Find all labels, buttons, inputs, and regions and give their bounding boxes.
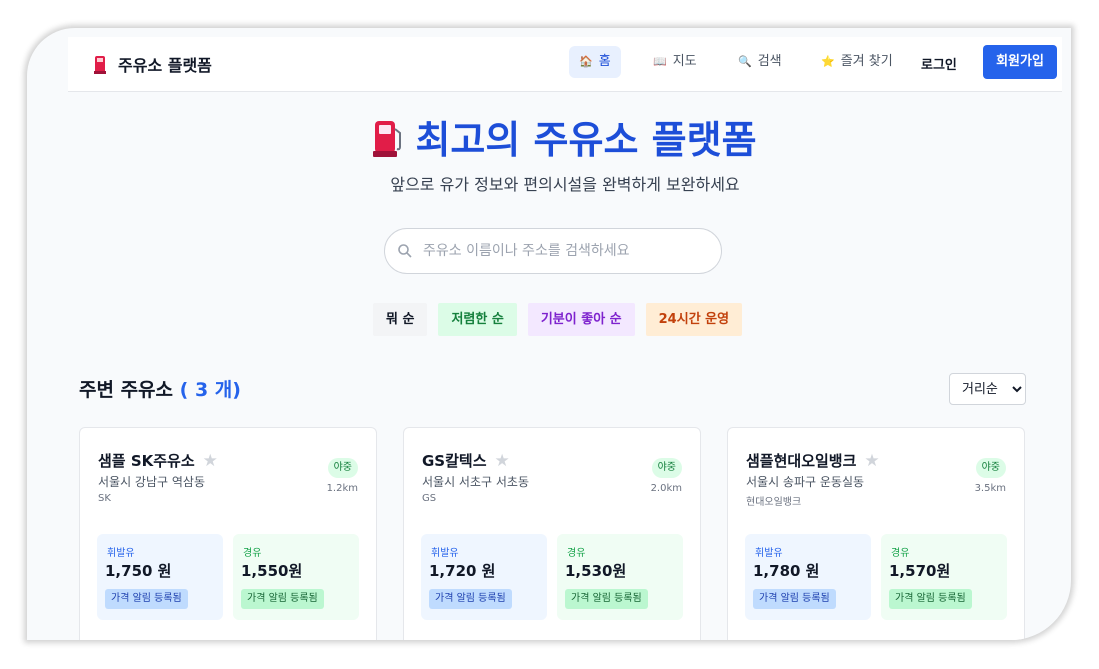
page: 주유소 플랫폼 🏠 홈 📖 지도 🔍 검색 ⭐ 즐겨 찾기 로그인 회원가입 최… — [68, 37, 1062, 640]
diesel-label: 경유 — [891, 548, 910, 559]
station-address: 서울시 송파구 운동실동 — [746, 475, 865, 489]
diesel-price: 1,530원 — [565, 562, 627, 580]
station-name: GS칼텍스 — [422, 452, 487, 470]
nav-map-label: 지도 — [672, 54, 697, 69]
gasoline-label: 휘발유 — [755, 548, 783, 559]
nav-favorites[interactable]: ⭐ 즐겨 찾기 — [811, 46, 903, 78]
station-brand: GS — [422, 493, 437, 504]
nav-home-label: 홈 — [598, 54, 611, 69]
magnifier-icon: 🔍 — [738, 55, 752, 68]
list-title-text: 주변 주유소 — [79, 379, 174, 401]
nav-search[interactable]: 🔍 검색 — [728, 46, 792, 78]
favorite-star-icon[interactable]: ★ — [495, 451, 510, 471]
brand-name: 주유소 플랫폼 — [118, 56, 212, 75]
station-address: 서울시 서초구 서초동 — [422, 475, 529, 489]
search-icon — [398, 244, 412, 258]
station-distance: 1.2km — [326, 483, 358, 494]
gasoline-price: 1,750 원 — [105, 562, 172, 580]
search-box[interactable] — [384, 228, 722, 274]
search-input[interactable] — [421, 242, 705, 260]
station-name: 샘플 SK주유소 — [98, 452, 195, 470]
fuel-pump-icon — [94, 56, 106, 74]
diesel-price: 1,570원 — [889, 562, 951, 580]
nav-home[interactable]: 🏠 홈 — [569, 46, 621, 78]
map-icon: 📖 — [653, 55, 667, 68]
diesel-price-box: 경유 1,550원 가격 알림 등록됨 — [233, 534, 359, 620]
diesel-price: 1,550원 — [241, 562, 303, 580]
price-alert-tag[interactable]: 가격 알림 등록됨 — [105, 589, 188, 609]
status-badge: 야중 — [327, 458, 358, 478]
nav-search-label: 검색 — [757, 54, 782, 69]
station-brand: 현대오일뱅크 — [746, 497, 802, 508]
favorite-star-icon[interactable]: ★ — [203, 451, 218, 471]
price-alert-tag[interactable]: 가격 알림 등록됨 — [889, 589, 972, 609]
station-address: 서울시 강남구 역삼동 — [98, 475, 205, 489]
filter-chips: 뭐 순 저렴한 순 기분이 좋아 순 24시간 운영 — [373, 303, 743, 336]
hero-subtitle: 앞으로 유가 정보와 편의시설을 완벽하게 보완하세요 — [390, 175, 740, 194]
fuel-pump-icon — [373, 120, 402, 157]
station-distance: 2.0km — [650, 483, 682, 494]
gasoline-price: 1,780 원 — [753, 562, 820, 580]
station-name-row: 샘플현대오일뱅크 ★ — [746, 450, 880, 471]
nav-favorites-label: 즐겨 찾기 — [840, 54, 893, 69]
gasoline-label: 휘발유 — [431, 548, 459, 559]
nav-map[interactable]: 📖 지도 — [643, 46, 707, 78]
status-badge: 야중 — [975, 458, 1006, 478]
gasoline-price: 1,720 원 — [429, 562, 496, 580]
signup-button[interactable]: 회원가입 — [983, 45, 1057, 79]
gasoline-price-box: 휘발유 1,780 원 가격 알림 등록됨 — [745, 534, 871, 620]
station-name-row: GS칼텍스 ★ — [422, 450, 510, 471]
diesel-label: 경유 — [567, 548, 586, 559]
browser-frame: 주유소 플랫폼 🏠 홈 📖 지도 🔍 검색 ⭐ 즐겨 찾기 로그인 회원가입 최… — [27, 28, 1071, 640]
station-name-row: 샘플 SK주유소 ★ — [98, 450, 218, 471]
gasoline-price-box: 휘발유 1,720 원 가격 알림 등록됨 — [421, 534, 547, 620]
station-distance: 3.5km — [974, 483, 1006, 494]
login-link[interactable]: 로그인 — [921, 54, 957, 73]
filter-chip[interactable]: 기분이 좋아 순 — [527, 303, 635, 336]
station-name: 샘플현대오일뱅크 — [746, 452, 857, 470]
price-alert-tag[interactable]: 가격 알림 등록됨 — [565, 589, 648, 609]
star-icon: ⭐ — [821, 55, 835, 68]
price-alert-tag[interactable]: 가격 알림 등록됨 — [753, 589, 836, 609]
filter-chip[interactable]: 24시간 운영 — [645, 303, 743, 336]
hero-title-text: 최고의 주유소 플랫폼 — [415, 118, 757, 162]
favorite-star-icon[interactable]: ★ — [864, 451, 879, 471]
filter-chip[interactable]: 뭐 순 — [373, 303, 428, 336]
price-alert-tag[interactable]: 가격 알림 등록됨 — [241, 589, 324, 609]
hero-title: 최고의 주유소 플랫폼 — [68, 109, 1062, 164]
price-alert-tag[interactable]: 가격 알림 등록됨 — [429, 589, 512, 609]
status-badge: 야중 — [651, 458, 682, 478]
sort-select[interactable]: 거리순 — [949, 373, 1026, 405]
gasoline-price-box: 휘발유 1,750 원 가격 알림 등록됨 — [97, 534, 223, 620]
house-icon: 🏠 — [579, 55, 593, 68]
station-card[interactable]: GS칼텍스 ★ 서울시 서초구 서초동 GS 야중 2.0km 휘발유 1,72… — [403, 427, 701, 640]
station-count: ( 3 개) — [179, 379, 241, 401]
diesel-price-box: 경유 1,570원 가격 알림 등록됨 — [881, 534, 1007, 620]
station-brand: SK — [98, 493, 111, 504]
filter-chip[interactable]: 저렴한 순 — [438, 303, 517, 336]
list-title: 주변 주유소 ( 3 개) — [79, 375, 241, 402]
gasoline-label: 휘발유 — [107, 548, 135, 559]
diesel-price-box: 경유 1,530원 가격 알림 등록됨 — [557, 534, 683, 620]
brand-logo[interactable]: 주유소 플랫폼 — [94, 52, 212, 76]
top-nav: 주유소 플랫폼 🏠 홈 📖 지도 🔍 검색 ⭐ 즐겨 찾기 로그인 회원가입 — [68, 37, 1062, 92]
station-card[interactable]: 샘플 SK주유소 ★ 서울시 강남구 역삼동 SK 야중 1.2km 휘발유 1… — [79, 427, 377, 640]
diesel-label: 경유 — [243, 548, 262, 559]
station-card[interactable]: 샘플현대오일뱅크 ★ 서울시 송파구 운동실동 현대오일뱅크 야중 3.5km … — [727, 427, 1025, 640]
